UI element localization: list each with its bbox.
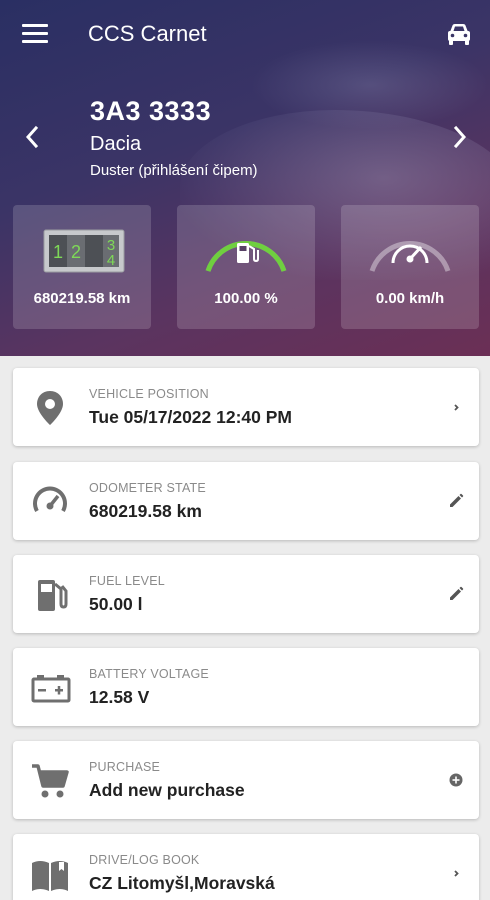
fuel-gauge-icon — [205, 240, 287, 272]
card-label: VEHICLE POSITION — [89, 387, 209, 401]
fuel-tile-value: 100.00 % — [214, 290, 278, 307]
speed-tile[interactable]: 0.00 km/h — [341, 205, 479, 329]
speed-tile-value: 0.00 km/h — [375, 290, 445, 307]
card-value: 12.58 V — [89, 687, 150, 707]
card-label: ODOMETER STATE — [89, 481, 206, 495]
book-icon — [32, 861, 68, 891]
card-label: DRIVE/LOG BOOK — [89, 853, 200, 867]
drive-log-book-card[interactable]: DRIVE/LOG BOOK CZ Litomyšl,Moravská — [13, 834, 479, 900]
card-label: FUEL LEVEL — [89, 574, 165, 588]
battery-voltage-card[interactable]: BATTERY VOLTAGE 12.58 V — [13, 648, 479, 726]
app-bar: CCS Carnet — [0, 0, 490, 68]
odometer-digit: 4 — [107, 252, 115, 269]
odometer-state-card[interactable]: ODOMETER STATE 680219.58 km — [13, 462, 479, 540]
vehicle-plate: 3A3 3333 — [90, 96, 212, 126]
card-label: BATTERY VOLTAGE — [89, 667, 209, 681]
vehicle-position-card[interactable]: VEHICLE POSITION Tue 05/17/2022 12:40 PM — [13, 368, 479, 446]
hamburger-menu-icon[interactable] — [22, 24, 48, 44]
card-value: 50.00 l — [89, 594, 143, 614]
vehicle-header: CCS Carnet 3A3 3333 Dacia Duster (přihlá… — [0, 0, 490, 356]
card-value: CZ Litomyšl,Moravská — [89, 873, 275, 893]
add-circle-icon[interactable] — [447, 771, 465, 789]
card-value: Tue 05/17/2022 12:40 PM — [89, 407, 292, 427]
fuel-level-tile[interactable]: 100.00 % — [177, 205, 315, 329]
card-value: Add new purchase — [89, 780, 245, 800]
edit-pencil-icon[interactable] — [447, 585, 465, 603]
card-value: 680219.58 km — [89, 501, 202, 521]
next-vehicle-chevron-right-icon[interactable] — [450, 124, 470, 150]
odometer-tile[interactable]: 1 2 3 4 680219.58 km — [13, 205, 151, 329]
shopping-cart-icon — [32, 764, 69, 798]
edit-pencil-icon[interactable] — [447, 492, 465, 510]
odometer-digits-icon: 1 2 3 4 — [43, 229, 125, 273]
odometer-digit: 2 — [71, 242, 81, 262]
odometer-tile-value: 680219.58 km — [33, 290, 131, 307]
speedometer-icon — [33, 486, 67, 512]
card-label: PURCHASE — [89, 760, 161, 774]
battery-icon — [31, 675, 71, 703]
vehicle-make: Dacia — [90, 133, 142, 155]
fuel-level-card[interactable]: FUEL LEVEL 50.00 l — [13, 555, 479, 633]
fuel-pump-icon — [38, 580, 68, 611]
app-title: CCS Carnet — [88, 21, 207, 46]
speedometer-gauge-icon — [369, 240, 451, 272]
odometer-digit: 1 — [53, 242, 63, 262]
car-icon[interactable] — [446, 22, 472, 46]
vehicle-model: Duster (přihlášení čipem) — [90, 162, 258, 179]
chevron-right-icon[interactable] — [447, 864, 465, 882]
previous-vehicle-chevron-left-icon[interactable] — [22, 124, 42, 150]
purchase-card[interactable]: PURCHASE Add new purchase — [13, 741, 479, 819]
location-pin-icon — [37, 391, 63, 425]
chevron-right-icon[interactable] — [447, 398, 465, 416]
